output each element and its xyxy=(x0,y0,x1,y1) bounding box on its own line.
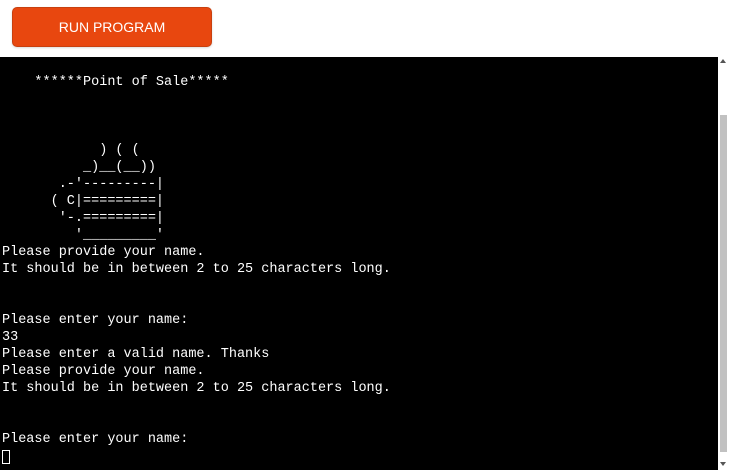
terminal-input-line[interactable] xyxy=(2,448,718,465)
terminal-line: Please provide your name. xyxy=(2,364,205,379)
terminal-prompt-line: Please enter your name: xyxy=(2,432,189,447)
coffee-ascii-art: .-'---------| xyxy=(2,177,165,192)
coffee-ascii-art: _)__(__)) xyxy=(2,160,156,175)
terminal-window[interactable]: ******Point of Sale***** ) ( ( _)__(__))… xyxy=(0,57,729,470)
coffee-ascii-art: '-.=========| xyxy=(2,211,165,226)
terminal-line: Please enter your name: xyxy=(2,313,189,328)
terminal-line: ******Point of Sale***** xyxy=(2,75,229,90)
terminal-line: Please provide your name. xyxy=(2,245,205,260)
scrollbar-thumb[interactable] xyxy=(720,115,727,452)
text-cursor xyxy=(2,450,10,464)
terminal-line: It should be in between 2 to 25 characte… xyxy=(2,262,391,277)
scroll-up-arrow-icon[interactable] xyxy=(720,59,726,63)
terminal-line: It should be in between 2 to 25 characte… xyxy=(2,381,391,396)
coffee-ascii-art: '_________' xyxy=(2,228,165,243)
terminal-scrollbar[interactable] xyxy=(718,57,729,470)
coffee-ascii-art: ) ( ( xyxy=(2,143,140,158)
terminal-output[interactable]: ******Point of Sale***** ) ( ( _)__(__))… xyxy=(2,57,718,470)
terminal-line: 33 xyxy=(2,330,19,345)
run-program-button[interactable]: RUN PROGRAM xyxy=(12,7,212,47)
coffee-ascii-art: ( C|=========| xyxy=(2,194,165,209)
terminal-line: Please enter a valid name. Thanks xyxy=(2,347,270,362)
scroll-down-arrow-icon[interactable] xyxy=(720,462,726,466)
